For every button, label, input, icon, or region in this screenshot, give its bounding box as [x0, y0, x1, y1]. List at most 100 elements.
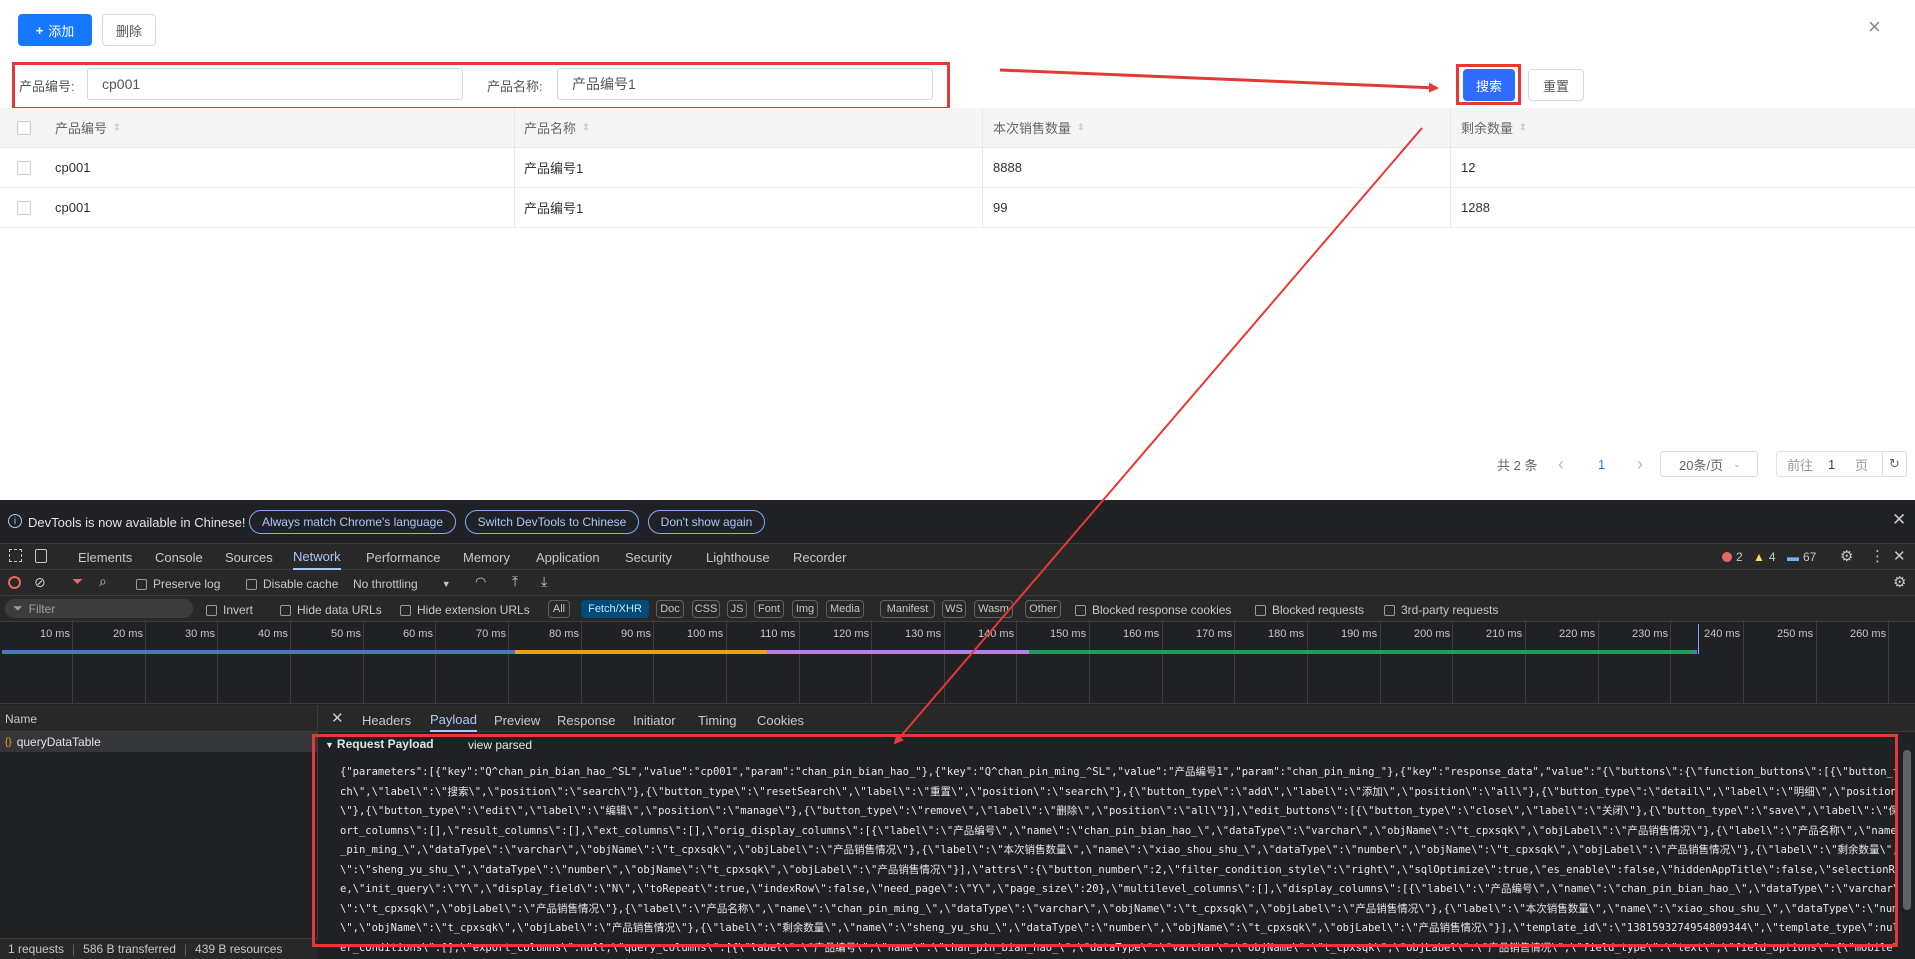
- type-filter-manifest[interactable]: Manifest: [880, 600, 935, 618]
- add-button[interactable]: + 添加: [18, 14, 92, 46]
- throttling-select[interactable]: No throttling ▼: [353, 577, 451, 591]
- message-badge[interactable]: ▬ 67: [1787, 550, 1816, 564]
- chevron-down-icon: ⌄: [1733, 458, 1741, 469]
- filter-input[interactable]: ⏷ Filter: [5, 599, 193, 618]
- table-row[interactable]: cp001 产品编号1 99 1288: [0, 188, 1915, 228]
- tab-preview[interactable]: Preview: [494, 708, 540, 732]
- tab-elements[interactable]: Elements: [78, 544, 132, 570]
- timeline-tick: 50 ms: [331, 628, 361, 640]
- column-header-name[interactable]: 产品名称 ⇕: [524, 108, 590, 147]
- tab-recorder[interactable]: Recorder: [793, 544, 846, 570]
- settings-gear-icon[interactable]: ⚙: [1840, 547, 1853, 565]
- row-checkbox[interactable]: [17, 201, 31, 215]
- search-button-label: 搜索: [1475, 78, 1502, 94]
- next-page-icon[interactable]: ›: [1637, 451, 1643, 477]
- sort-icon[interactable]: ⇕: [113, 122, 121, 133]
- tab-payload[interactable]: Payload: [430, 708, 477, 732]
- timeline-tick: 70 ms: [476, 628, 506, 640]
- row-checkbox[interactable]: [17, 161, 31, 175]
- device-toolbar-icon[interactable]: [35, 549, 47, 563]
- tab-memory[interactable]: Memory: [463, 544, 510, 570]
- type-filter-ws[interactable]: WS: [942, 600, 966, 618]
- blocked-requests-checkbox[interactable]: Blocked requests: [1255, 603, 1364, 617]
- type-filter-wasm[interactable]: Wasm: [974, 600, 1013, 618]
- tab-network[interactable]: Network: [293, 544, 341, 570]
- third-party-requests-checkbox[interactable]: 3rd-party requests: [1384, 603, 1498, 617]
- cell-remaining: 1288: [1461, 200, 1490, 215]
- payload-scrollbar[interactable]: [1903, 750, 1911, 910]
- record-icon[interactable]: [8, 576, 21, 589]
- search-icon[interactable]: ⌕: [99, 573, 107, 590]
- page-number-current[interactable]: 1: [1598, 451, 1605, 477]
- column-header-remaining[interactable]: 剩余数量 ⇕: [1461, 108, 1527, 147]
- column-header-code[interactable]: 产品编号 ⇕: [55, 108, 121, 147]
- info-icon: i: [8, 514, 22, 528]
- type-filter-other[interactable]: Other: [1025, 600, 1061, 618]
- tab-console[interactable]: Console: [155, 544, 203, 570]
- close-details-icon[interactable]: ✕: [331, 709, 344, 727]
- sort-icon[interactable]: ⇕: [582, 122, 590, 133]
- inspect-element-icon[interactable]: [9, 549, 22, 562]
- type-filter-css[interactable]: CSS: [692, 600, 720, 618]
- tab-headers[interactable]: Headers: [362, 708, 411, 732]
- tab-performance[interactable]: Performance: [366, 544, 440, 570]
- tab-lighthouse[interactable]: Lighthouse: [706, 544, 770, 570]
- always-match-language-button[interactable]: Always match Chrome's language: [249, 510, 456, 534]
- hide-data-urls-checkbox[interactable]: Hide data URLs: [280, 603, 382, 617]
- table-row[interactable]: cp001 产品编号1 8888 12: [0, 148, 1915, 188]
- type-filter-fetch-xhr[interactable]: Fetch/XHR: [581, 600, 649, 618]
- type-filter-font[interactable]: Font: [754, 600, 784, 618]
- close-devtools-icon[interactable]: ✕: [1893, 547, 1906, 565]
- timeline-tick: 220 ms: [1559, 628, 1596, 640]
- tab-application[interactable]: Application: [536, 544, 600, 570]
- type-filter-media[interactable]: Media: [826, 600, 864, 618]
- product-code-input[interactable]: cp001: [87, 68, 463, 100]
- filter-funnel-icon[interactable]: ⏷: [72, 573, 83, 590]
- sort-icon[interactable]: ⇕: [1077, 122, 1085, 133]
- disable-cache-checkbox[interactable]: Disable cache: [246, 577, 338, 591]
- name-column-header[interactable]: Name: [5, 712, 37, 726]
- export-har-icon[interactable]: ⤓: [541, 573, 547, 590]
- column-header-label: 产品名称: [524, 121, 577, 136]
- invert-checkbox[interactable]: Invert: [206, 603, 253, 617]
- warning-badge[interactable]: ▲ 4: [1753, 550, 1776, 564]
- close-banner-icon[interactable]: ✕: [1892, 510, 1906, 530]
- request-row[interactable]: {} queryDataTable: [0, 732, 317, 752]
- type-filter-doc[interactable]: Doc: [656, 600, 684, 618]
- prev-page-icon[interactable]: ‹: [1558, 451, 1564, 477]
- reset-button[interactable]: 重置: [1528, 69, 1584, 101]
- timeline-tick: 10 ms: [40, 628, 70, 640]
- tab-initiator[interactable]: Initiator: [633, 708, 676, 732]
- network-settings-icon[interactable]: ⚙: [1893, 573, 1906, 591]
- product-name-input[interactable]: 产品编号1: [557, 68, 933, 100]
- clear-icon[interactable]: ⊘: [34, 574, 46, 591]
- close-icon[interactable]: ×: [1868, 14, 1881, 40]
- checkbox-label: Preserve log: [153, 577, 221, 591]
- tab-timing[interactable]: Timing: [698, 708, 737, 732]
- tab-sources[interactable]: Sources: [225, 544, 273, 570]
- error-badge[interactable]: 2: [1722, 550, 1743, 564]
- timeline-tick: 60 ms: [403, 628, 433, 640]
- search-button[interactable]: 搜索: [1463, 69, 1515, 101]
- delete-button[interactable]: 删除: [102, 14, 156, 46]
- network-conditions-icon[interactable]: ◠: [475, 574, 486, 590]
- type-filter-img[interactable]: Img: [792, 600, 818, 618]
- sort-icon[interactable]: ⇕: [1519, 122, 1527, 133]
- refresh-button[interactable]: ↻: [1882, 451, 1907, 477]
- page-size-select[interactable]: 20条/页 ⌄: [1660, 451, 1758, 477]
- cell-name: 产品编号1: [524, 201, 584, 216]
- blocked-response-cookies-checkbox[interactable]: Blocked response cookies: [1075, 603, 1231, 617]
- tab-security[interactable]: Security: [625, 544, 672, 570]
- hide-extension-urls-checkbox[interactable]: Hide extension URLs: [400, 603, 530, 617]
- switch-to-chinese-button[interactable]: Switch DevTools to Chinese: [465, 510, 639, 534]
- import-har-icon[interactable]: ⤒: [512, 573, 518, 590]
- column-header-sales[interactable]: 本次销售数量 ⇕: [993, 108, 1085, 147]
- dont-show-again-button[interactable]: Don't show again: [648, 510, 765, 534]
- select-all-checkbox[interactable]: [17, 121, 31, 135]
- type-filter-js[interactable]: JS: [727, 600, 747, 618]
- tab-response[interactable]: Response: [557, 708, 616, 732]
- more-options-icon[interactable]: ⋮: [1870, 547, 1885, 565]
- preserve-log-checkbox[interactable]: Preserve log: [136, 577, 220, 591]
- tab-cookies[interactable]: Cookies: [757, 708, 804, 732]
- type-filter-all[interactable]: All: [548, 600, 570, 618]
